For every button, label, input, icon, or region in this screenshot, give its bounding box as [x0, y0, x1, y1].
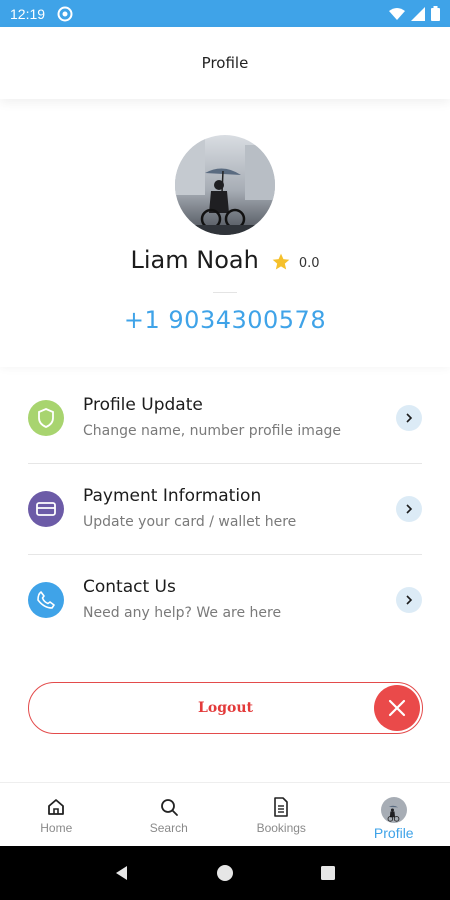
nav-search[interactable]: Search [113, 783, 226, 846]
menu-item-subtitle: Change name, number profile image [83, 423, 342, 439]
nav-label-search: Search [149, 821, 188, 835]
document-icon [274, 797, 289, 817]
home-icon [48, 799, 65, 815]
nav-label-home: Home [40, 821, 73, 835]
menu-item-title: Payment Information [83, 486, 262, 506]
menu-item-profile-update[interactable]: Profile Update Change name, number profi… [0, 370, 450, 460]
nav-profile[interactable]: Profile [338, 783, 450, 846]
shield-icon [28, 400, 64, 436]
nav-label-bookings: Bookings [256, 821, 306, 835]
avatar[interactable] [175, 135, 275, 235]
chevron-right-icon[interactable] [396, 405, 422, 431]
user-name: Liam Noah [130, 246, 259, 274]
menu-item-contact-us[interactable]: Contact Us Need any help? We are here [0, 555, 450, 645]
menu-item-subtitle: Update your card / wallet here [83, 514, 297, 530]
name-row: Liam Noah 0.0 [0, 246, 450, 274]
status-time: 12:19 [10, 5, 46, 22]
search-icon [160, 799, 178, 816]
menu-item-title: Profile Update [83, 395, 203, 415]
home-circle-icon[interactable] [216, 864, 234, 882]
bottom-nav: Home Search Bookings Profile [0, 782, 450, 846]
close-icon[interactable] [374, 685, 420, 731]
back-icon[interactable] [113, 864, 131, 882]
chevron-right-icon[interactable] [396, 496, 422, 522]
logout-label: Logout [198, 700, 253, 716]
chevron-right-icon[interactable] [396, 587, 422, 613]
avatar-image [175, 135, 275, 235]
nav-bookings[interactable]: Bookings [225, 783, 338, 846]
phone-number: +1 9034300578 [123, 306, 327, 334]
avatar [380, 797, 407, 823]
divider [213, 292, 237, 293]
nav-label-profile: Profile [373, 825, 414, 841]
app-notification-icon [57, 6, 73, 21]
phone-icon [28, 582, 64, 618]
battery-icon [431, 6, 440, 21]
app-header: Profile [0, 27, 450, 99]
card-icon [28, 491, 64, 527]
menu-item-title: Contact Us [83, 577, 176, 597]
logout-button[interactable]: Logout [28, 682, 423, 734]
system-navigation-bar [0, 846, 450, 900]
menu-item-payment-information[interactable]: Payment Information Update your card / w… [0, 464, 450, 554]
recents-icon[interactable] [319, 864, 337, 882]
status-bar: 12:19 [0, 0, 450, 27]
wifi-icon [389, 7, 405, 20]
menu-item-subtitle: Need any help? We are here [83, 605, 282, 621]
star-icon [272, 253, 290, 270]
rating-value: 0.0 [298, 255, 320, 271]
page-title: Profile [201, 54, 249, 72]
signal-icon [411, 6, 425, 21]
nav-home[interactable]: Home [0, 783, 113, 846]
profile-card: Liam Noah 0.0 +1 9034300578 [0, 99, 450, 367]
